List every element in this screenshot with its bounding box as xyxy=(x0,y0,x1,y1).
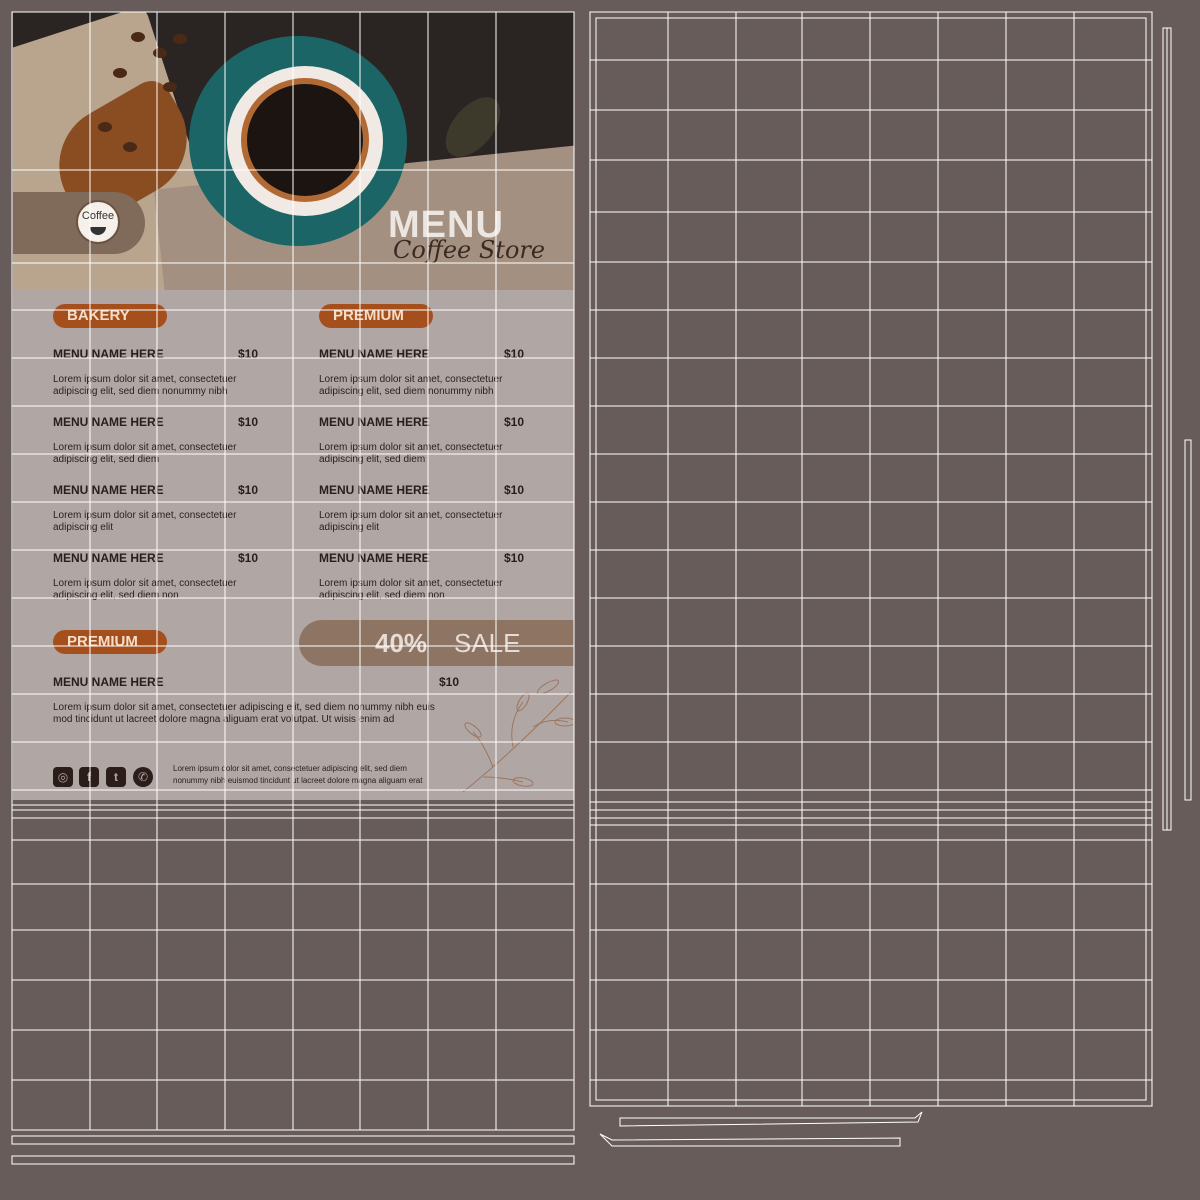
uv-wireframe xyxy=(11,11,1192,1165)
wireframe-strips xyxy=(11,27,1192,1165)
wireframe-border xyxy=(595,17,1147,1101)
wireframe-border xyxy=(589,11,1153,1107)
wireframe-strip-bottom-2 xyxy=(11,1155,575,1165)
wireframe-strip-bottom-1 xyxy=(11,1135,575,1145)
wireframe-strip-edge xyxy=(1184,439,1192,801)
wireframe-strip-bent-1 xyxy=(619,1111,923,1127)
wireframe-right-grid xyxy=(589,11,1153,1107)
wireframe-left-grid xyxy=(11,11,575,1131)
wireframe-strip-bent-2 xyxy=(599,1133,901,1147)
